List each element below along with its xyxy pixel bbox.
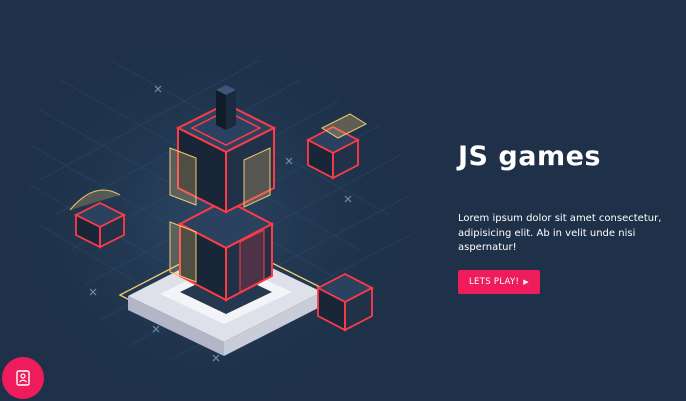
contact-fab-button[interactable] bbox=[2, 357, 44, 399]
isometric-tower-illustration bbox=[0, 0, 420, 401]
hero-text-block: JS games Lorem ipsum dolor sit amet cons… bbox=[458, 140, 673, 294]
tower-spire bbox=[216, 85, 236, 130]
page-title: JS games bbox=[458, 141, 601, 172]
lets-play-button[interactable]: LETS PLAY! ▶ bbox=[458, 269, 540, 294]
contact-card-icon bbox=[16, 370, 30, 386]
play-triangle-icon: ▶ bbox=[523, 277, 529, 286]
hero-description: Lorem ipsum dolor sit amet consectetur, … bbox=[458, 213, 662, 253]
lets-play-label: LETS PLAY! bbox=[469, 276, 520, 287]
